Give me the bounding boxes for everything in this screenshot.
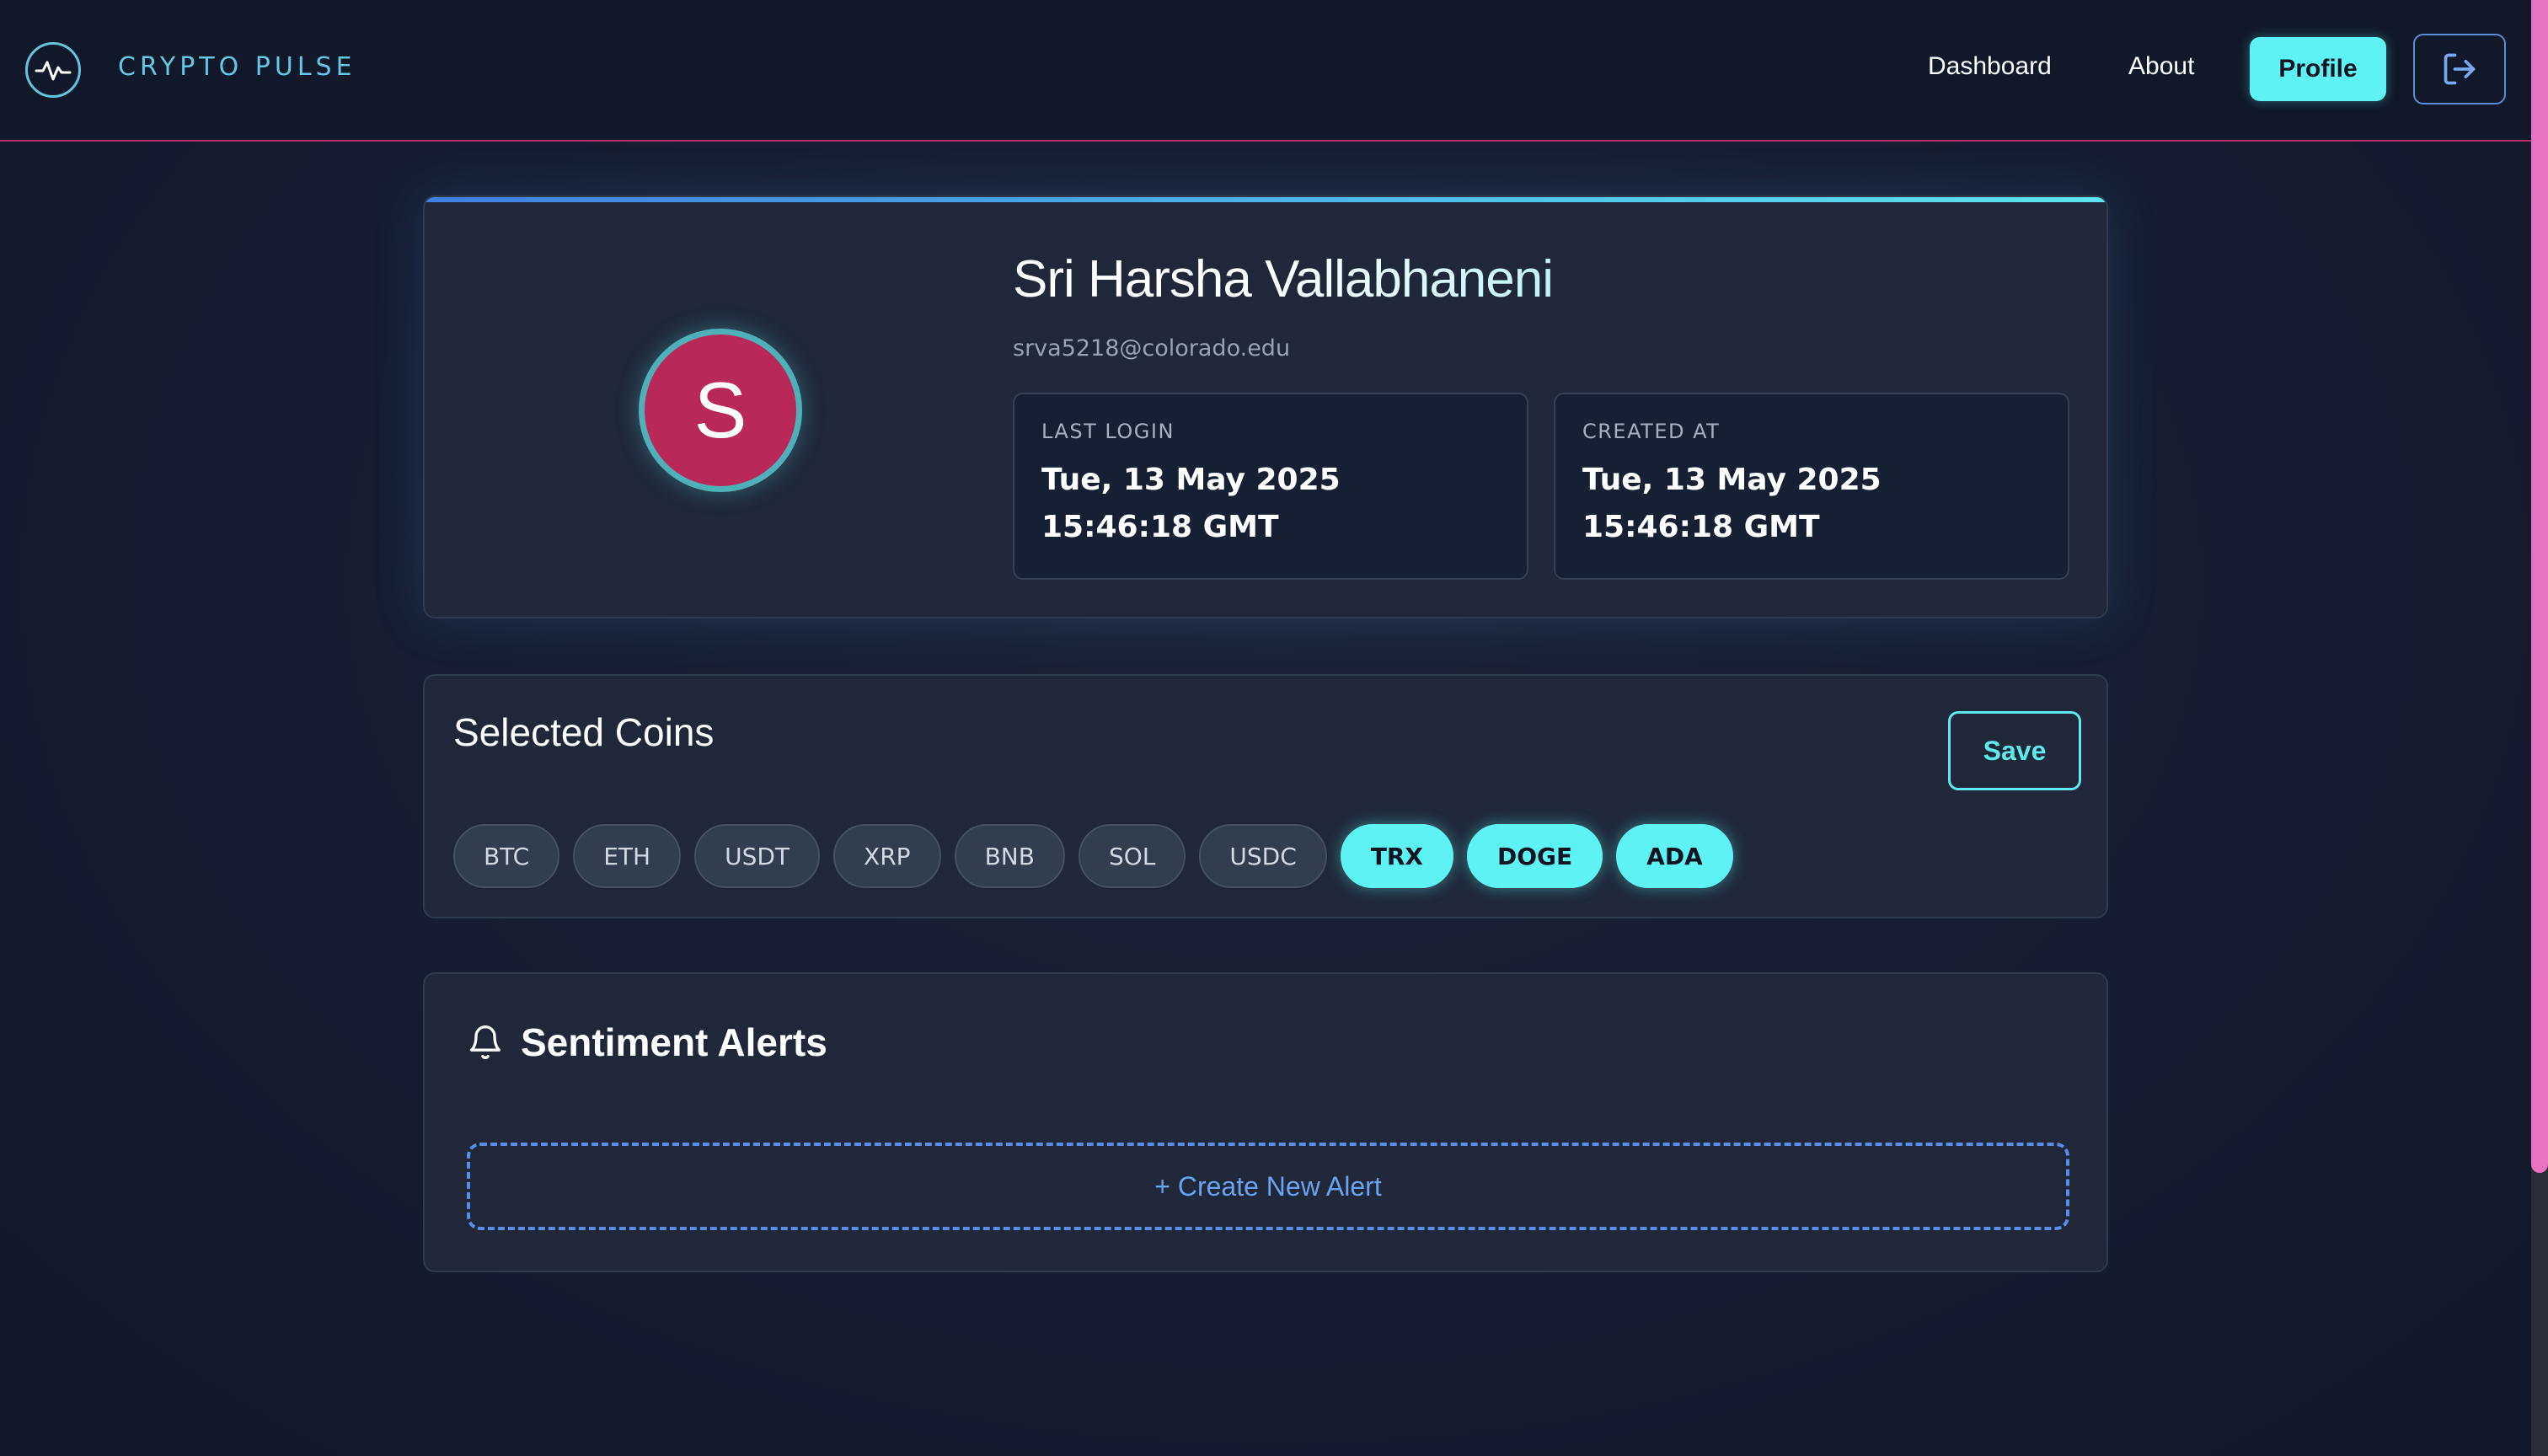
user-name: Sri Harsha Vallabhaneni: [1013, 250, 1554, 308]
pulse-icon[interactable]: [25, 42, 81, 98]
logout-icon: [2444, 53, 2476, 85]
nav-dashboard-link[interactable]: Dashboard: [1928, 52, 2052, 81]
selected-coins-card: Selected Coins Save BTC ETH USDT XRP BNB SOL U…: [423, 674, 2108, 918]
nav-about-link[interactable]: About: [2128, 52, 2194, 81]
nav-profile-button[interactable]: Profile: [2250, 37, 2386, 101]
coin-chip-btc[interactable]: BTC: [453, 824, 560, 888]
coin-chip-doge[interactable]: DOGE: [1467, 824, 1603, 888]
coin-chip-sol[interactable]: SOL: [1078, 824, 1186, 888]
coin-chip-list: BTC ETH USDT XRP BNB SOL USDC TRX DOGE ADA: [453, 824, 1733, 888]
save-button[interactable]: Save: [1948, 711, 2081, 790]
logout-button[interactable]: [2413, 34, 2506, 104]
coin-chip-eth[interactable]: ETH: [573, 824, 682, 888]
coin-chip-usdc[interactable]: USDC: [1199, 824, 1327, 888]
created-at-value: Tue, 13 May 2025 15:46:18 GMT: [1582, 463, 1882, 544]
coin-chip-trx[interactable]: TRX: [1340, 824, 1453, 888]
sentiment-alerts-card: Sentiment Alerts + Create New Alert: [423, 972, 2108, 1272]
coin-chip-bnb[interactable]: BNB: [954, 824, 1065, 888]
create-alert-button[interactable]: + Create New Alert: [467, 1143, 2069, 1230]
bell-icon: [469, 1025, 501, 1059]
created-at-label: CREATED AT: [1582, 420, 1721, 443]
user-email: srva5218@colorado.edu: [1013, 335, 1291, 361]
coin-chip-usdt[interactable]: USDT: [694, 824, 821, 888]
coin-chip-xrp[interactable]: XRP: [833, 824, 941, 888]
scrollbar-thumb[interactable]: [2531, 0, 2548, 1173]
brand-name[interactable]: CRYPTO PULSE: [118, 52, 356, 82]
top-navbar: CRYPTO PULSE Dashboard About Profile: [0, 0, 2531, 142]
card-accent-bar: [425, 197, 2106, 202]
created-at-box: CREATED AT Tue, 13 May 2025 15:46:18 GMT: [1554, 393, 2069, 580]
profile-card: S Sri Harsha Vallabhaneni srva5218@color…: [423, 195, 2108, 618]
coin-chip-ada[interactable]: ADA: [1616, 824, 1733, 888]
selected-coins-title: Selected Coins: [453, 710, 715, 754]
avatar: S: [639, 329, 802, 492]
last-login-box: LAST LOGIN Tue, 13 May 2025 15:46:18 GMT: [1013, 393, 1528, 580]
last-login-label: LAST LOGIN: [1041, 420, 1175, 443]
sentiment-alerts-title: Sentiment Alerts: [521, 1020, 827, 1064]
last-login-value: Tue, 13 May 2025 15:46:18 GMT: [1041, 463, 1341, 544]
